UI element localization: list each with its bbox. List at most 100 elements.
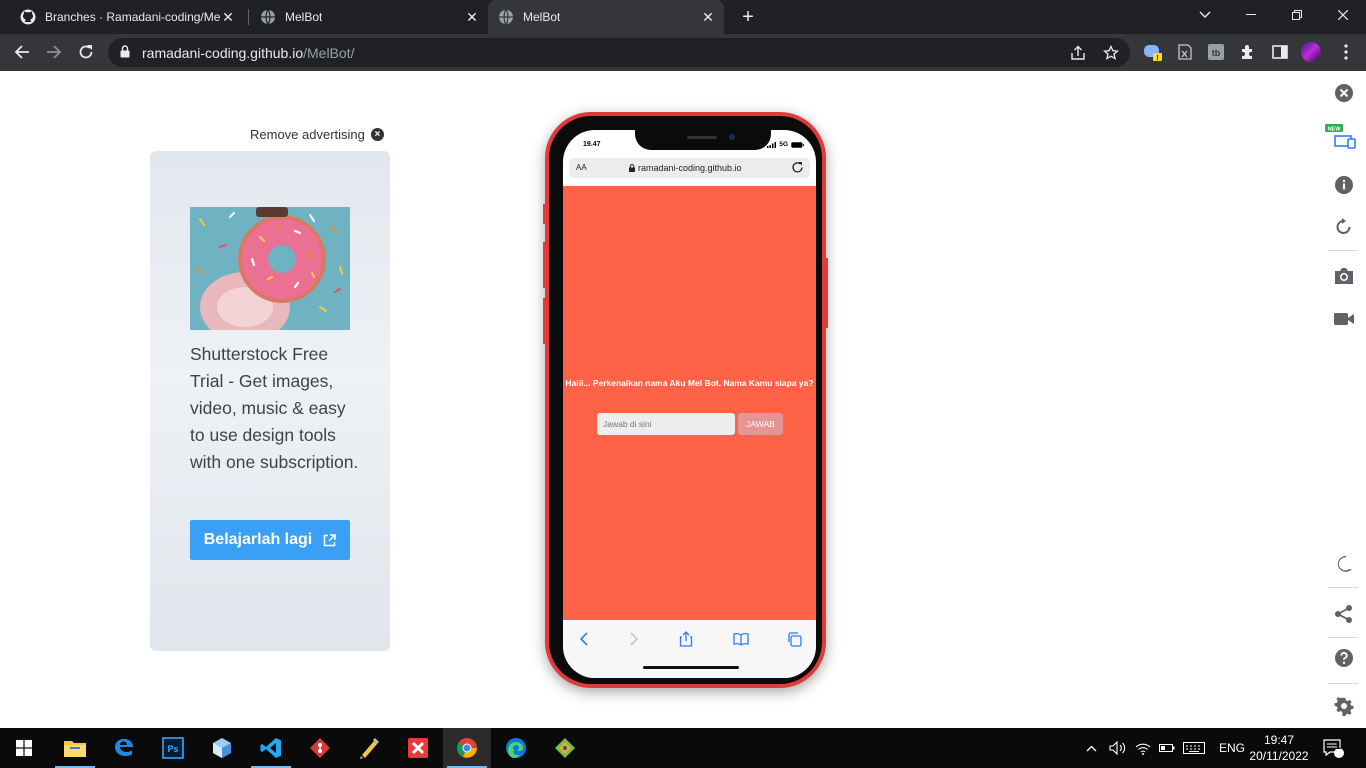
- status-time: 19.47: [583, 141, 601, 148]
- info-icon[interactable]: [1333, 174, 1355, 196]
- safari-tabs-icon[interactable]: [785, 630, 803, 648]
- extensions-puzzle-icon[interactable]: [1238, 42, 1258, 62]
- restore-button[interactable]: [1274, 0, 1320, 30]
- notification-center-button[interactable]: 1: [1322, 728, 1344, 768]
- wifi-icon[interactable]: [1131, 742, 1155, 755]
- edge-legacy-icon[interactable]: [100, 728, 148, 768]
- new-badge: NEW: [1328, 126, 1342, 132]
- sidebar-divider: [1328, 683, 1358, 684]
- answer-input[interactable]: [597, 413, 735, 435]
- reload-button[interactable]: [74, 40, 98, 64]
- new-tab-button[interactable]: +: [738, 7, 758, 27]
- extension-tb-icon[interactable]: tb: [1206, 42, 1226, 62]
- safari-back-icon[interactable]: [575, 630, 593, 648]
- close-tab-icon[interactable]: ✕: [220, 9, 236, 25]
- minimize-button[interactable]: [1228, 0, 1274, 30]
- system-tray: ENG: [1083, 728, 1245, 768]
- svg-text:!: !: [1156, 55, 1158, 62]
- git-kraken-icon[interactable]: [296, 728, 344, 768]
- advertisement-card: Shutterstock Free Trial - Get images, vi…: [150, 151, 390, 651]
- help-icon[interactable]: [1333, 647, 1355, 669]
- iphone-mockup: 19.47 5G AA ramadani-coding.github.io Ha…: [543, 112, 828, 688]
- browser-toolbar: ramadani-coding.github.io/MelBot/ ! tb: [0, 34, 1366, 71]
- forward-button[interactable]: [42, 40, 66, 64]
- melbot-app: Haiii... Perkenalkan nama Aku Mel Bot. N…: [563, 186, 816, 620]
- vscode-icon[interactable]: [247, 728, 295, 768]
- url-host: ramadani-coding.github.io: [142, 45, 304, 61]
- tab-separator: [248, 9, 249, 25]
- close-window-button[interactable]: [1320, 0, 1366, 30]
- taskbar-clock[interactable]: 19:47 20/11/2022: [1247, 732, 1311, 764]
- ad-learn-more-button[interactable]: Belajarlah lagi: [190, 520, 350, 560]
- safari-url: ramadani-coding.github.io: [629, 163, 742, 173]
- close-tab-icon[interactable]: ✕: [700, 9, 716, 25]
- sidebar-divider: [1328, 587, 1358, 588]
- phone-power-button: [825, 258, 828, 328]
- reader-aa-button[interactable]: AA: [576, 163, 587, 172]
- browser-menu-icon[interactable]: [1336, 42, 1356, 62]
- tab-search-icon[interactable]: [1182, 0, 1228, 30]
- video-icon[interactable]: [1333, 308, 1355, 330]
- answer-submit-button[interactable]: JAWAB: [738, 413, 783, 435]
- extension-chat-icon[interactable]: !: [1143, 42, 1163, 62]
- phone-mute-switch: [543, 204, 546, 224]
- share-icon[interactable]: [1068, 43, 1088, 63]
- tab-melbot-active[interactable]: MelBot ✕: [488, 0, 724, 34]
- sidebar-divider: [1328, 637, 1358, 638]
- bookmark-star-icon[interactable]: [1101, 43, 1121, 63]
- address-bar[interactable]: ramadani-coding.github.io/MelBot/: [108, 38, 1130, 67]
- back-button[interactable]: [10, 40, 34, 64]
- xmind-icon[interactable]: [394, 728, 442, 768]
- external-link-icon: [324, 533, 336, 546]
- git-fork-icon[interactable]: [541, 728, 589, 768]
- share-nodes-icon[interactable]: [1333, 603, 1355, 625]
- windows-taskbar: Ps ENG 19:47 20/11/2022 1: [0, 728, 1366, 768]
- svg-text:Ps: Ps: [167, 744, 178, 754]
- safari-share-icon[interactable]: [677, 630, 695, 648]
- url-text: ramadani-coding.github.io/MelBot/: [142, 45, 354, 61]
- safari-forward-icon[interactable]: [625, 630, 643, 648]
- battery-icon[interactable]: [1155, 743, 1179, 753]
- profile-avatar[interactable]: [1301, 42, 1321, 62]
- volume-icon[interactable]: [1105, 741, 1131, 755]
- ad-donut-image: [190, 207, 350, 330]
- chevron-up-icon[interactable]: [1083, 745, 1099, 752]
- ad-description: Shutterstock Free Trial - Get images, vi…: [190, 344, 359, 472]
- tab-melbot-1[interactable]: MelBot ✕: [252, 0, 488, 34]
- safari-address-bar[interactable]: AA ramadani-coding.github.io: [569, 158, 810, 178]
- close-circle-icon: ×: [370, 128, 384, 141]
- safari-url-text: ramadani-coding.github.io: [638, 163, 742, 173]
- keyboard-icon[interactable]: [1179, 742, 1209, 754]
- home-indicator: [643, 666, 739, 669]
- safari-bookmarks-icon[interactable]: [732, 630, 750, 648]
- camera-icon[interactable]: [1333, 265, 1355, 287]
- close-tab-icon[interactable]: ✕: [464, 9, 480, 25]
- tab-title: MelBot: [523, 10, 561, 24]
- bot-message: Haiii... Perkenalkan nama Aku Mel Bot. N…: [565, 378, 814, 388]
- ad-button-label: Belajarlah lagi: [203, 531, 313, 548]
- lock-icon: [120, 45, 130, 63]
- language-indicator[interactable]: ENG: [1219, 741, 1245, 755]
- tab-title: MelBot: [285, 10, 323, 24]
- phone-screen: 19.47 5G AA ramadani-coding.github.io Ha…: [563, 130, 816, 678]
- tools-app-icon[interactable]: [345, 728, 393, 768]
- photoshop-icon[interactable]: Ps: [149, 728, 197, 768]
- chrome-icon[interactable]: [443, 728, 491, 768]
- 3d-box-app-icon[interactable]: [198, 728, 246, 768]
- notification-count: 1: [1336, 741, 1342, 751]
- start-button[interactable]: [0, 728, 48, 768]
- clock-time: 19:47: [1263, 733, 1295, 747]
- side-panel-icon[interactable]: [1270, 42, 1290, 62]
- rotate-icon[interactable]: [1333, 216, 1355, 238]
- close-circle-icon[interactable]: [1333, 82, 1355, 104]
- safari-reload-icon[interactable]: [791, 161, 804, 179]
- extension-excel-icon[interactable]: [1175, 42, 1195, 62]
- tab-branches[interactable]: Branches · Ramadani-coding/Mel ✕: [8, 0, 244, 34]
- remove-advertising-link[interactable]: Remove advertising ×: [250, 127, 384, 142]
- settings-gear-icon[interactable]: [1333, 695, 1355, 717]
- devices-icon[interactable]: NEW: [1324, 124, 1358, 149]
- dark-mode-icon[interactable]: [1333, 553, 1355, 575]
- file-explorer-icon[interactable]: [51, 728, 99, 768]
- svg-text:tb: tb: [1212, 48, 1221, 58]
- edge-icon[interactable]: [492, 728, 540, 768]
